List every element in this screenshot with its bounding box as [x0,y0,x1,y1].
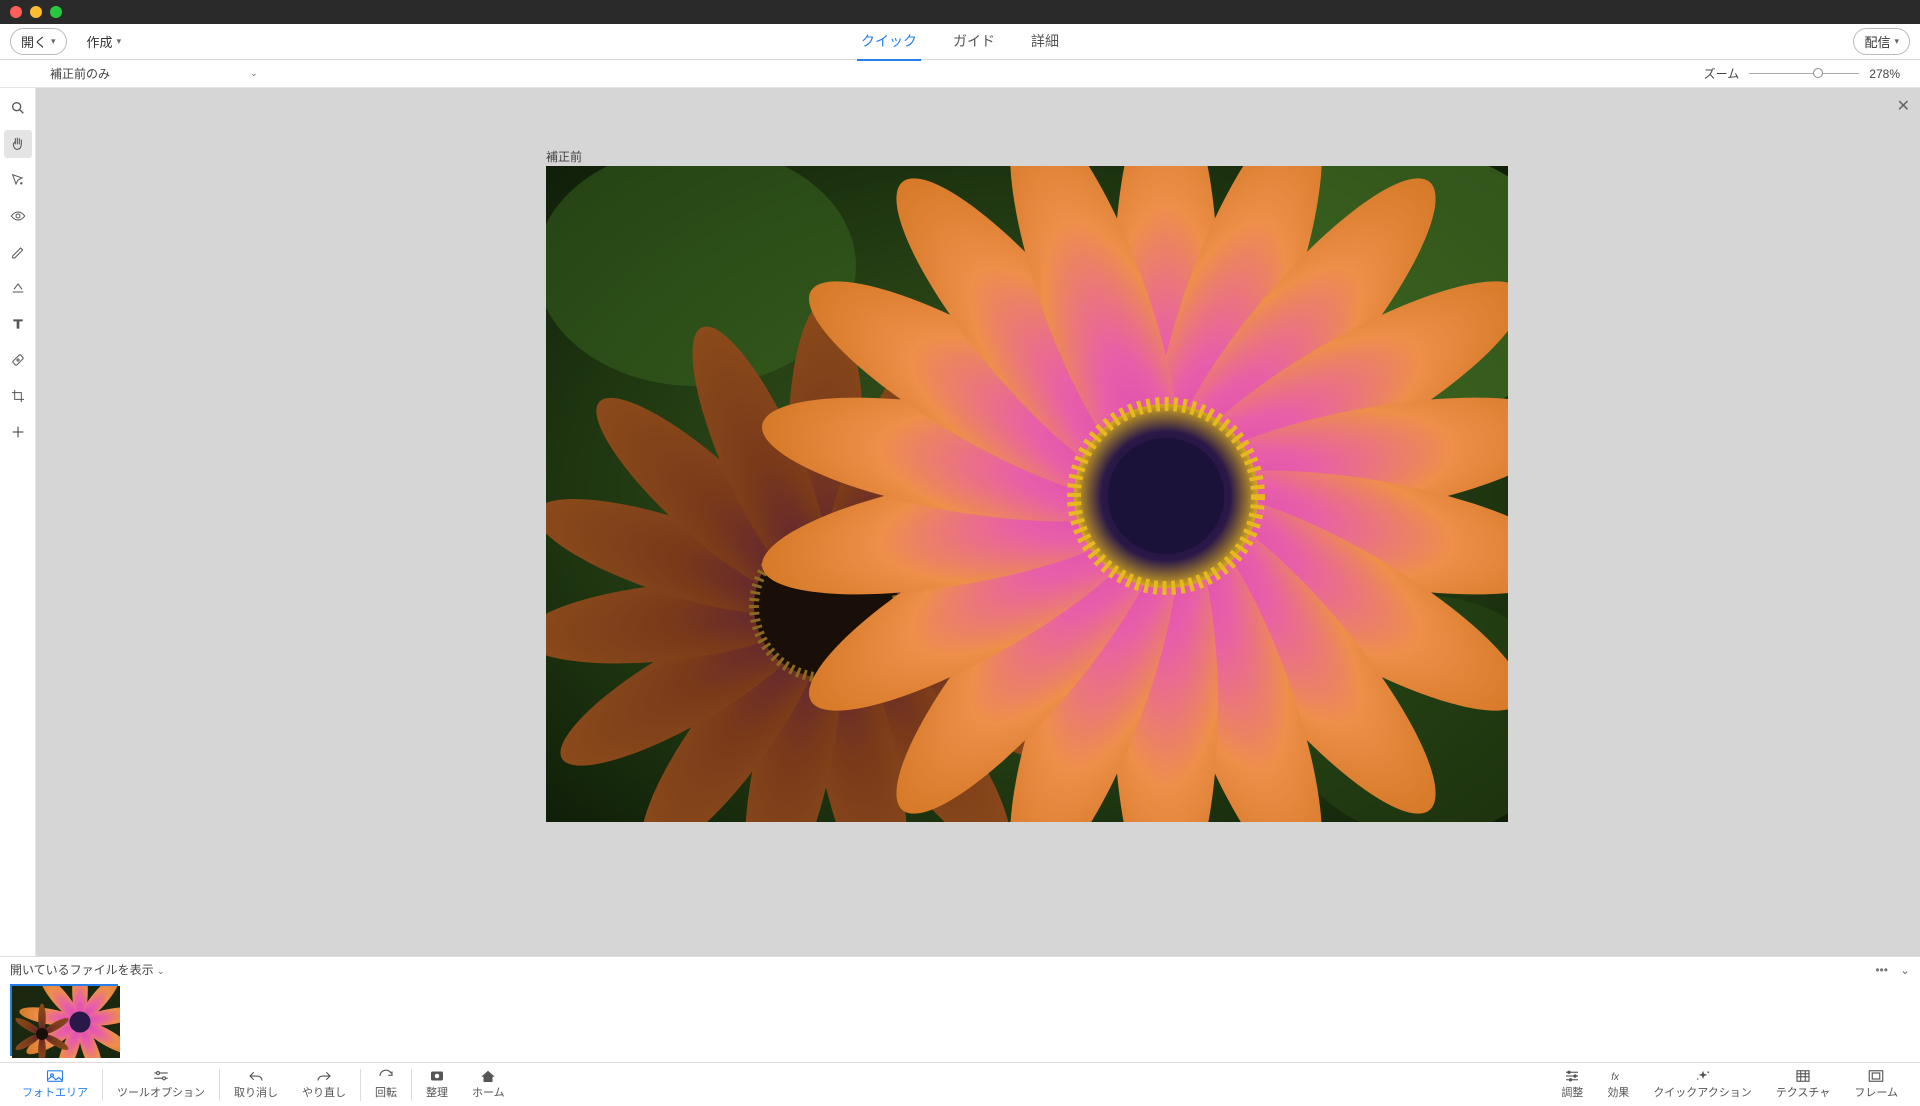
separator [360,1069,361,1101]
canvas-image[interactable] [546,166,1508,822]
home-icon [479,1069,497,1083]
bb-label: ホーム [472,1084,505,1100]
secondary-toolbar: 補正前のみ ⌄ ズーム 278% [0,60,1920,88]
top-toolbar: 開く ▾ 作成 ▾ クイック ガイド 詳細 配信 ▾ [0,24,1920,60]
effects-panel-button[interactable]: fx 効果 [1595,1067,1641,1102]
window-minimize-button[interactable] [30,6,42,18]
bottom-bar: フォトエリア ツールオプション 取り消し やり直し 回転 整理 ホーム 調整 [0,1062,1920,1106]
create-button-label: 作成 [87,32,113,51]
tool-palette [0,88,36,956]
quick-select-tool[interactable] [4,166,32,194]
photo-area-icon [46,1069,64,1083]
zoom-value: 278% [1869,67,1900,81]
whiten-tool[interactable] [4,238,32,266]
redo-icon [315,1069,333,1083]
separator [102,1069,103,1101]
more-icon[interactable]: ••• [1875,963,1888,977]
frame-icon [1867,1069,1885,1083]
tab-expert[interactable]: 詳細 [1027,23,1063,61]
tool-options-button[interactable]: ツールオプション [105,1067,217,1102]
photo-bin: 開いているファイルを表示 ⌄ ••• ⌄ [0,956,1920,1062]
photo-thumbnail[interactable] [10,984,118,1056]
zoom-label: ズーム [1704,65,1740,82]
redeye-tool[interactable] [4,202,32,230]
bb-label: フォトエリア [22,1084,88,1100]
rotate-icon [377,1069,395,1083]
undo-icon [247,1069,265,1083]
mode-tabs: クイック ガイド 詳細 [857,23,1063,61]
straighten-tool[interactable] [4,274,32,302]
tab-label: 詳細 [1031,33,1059,49]
adjust-panel-button[interactable]: 調整 [1549,1067,1595,1102]
redo-button[interactable]: やり直し [290,1067,358,1102]
sparkle-icon [1694,1069,1712,1083]
window-titlebar [0,0,1920,24]
home-button[interactable]: ホーム [460,1067,517,1102]
tab-label: クイック [861,33,917,49]
zoom-control: ズーム 278% [1704,65,1900,82]
separator [411,1069,412,1101]
frame-panel-button[interactable]: フレーム [1842,1067,1910,1102]
flower-photo [546,166,1508,822]
bb-label: テクスチャ [1776,1084,1831,1100]
organize-icon [428,1069,446,1083]
undo-button[interactable]: 取り消し [222,1067,290,1102]
open-button[interactable]: 開く ▾ [10,28,67,55]
close-icon[interactable]: ✕ [1897,96,1910,116]
move-tool[interactable] [4,418,32,446]
svg-text:fx: fx [1612,1072,1621,1083]
photo-bin-header: 開いているファイルを表示 ⌄ ••• ⌄ [10,961,1910,978]
rotate-button[interactable]: 回転 [363,1067,409,1102]
view-mode-dropdown[interactable]: 補正前のみ ⌄ [50,65,258,82]
crop-tool[interactable] [4,382,32,410]
photo-bin-label: 開いているファイルを表示 [10,963,154,977]
bb-label: 回転 [375,1084,397,1100]
bb-label: ツールオプション [117,1084,205,1100]
texture-icon [1794,1069,1812,1083]
main-area: ✕ 補正前 [0,88,1920,956]
chevron-down-icon: ▾ [51,36,56,47]
bb-label: 調整 [1561,1084,1583,1100]
canvas-area: ✕ 補正前 [36,88,1920,956]
open-button-label: 開く [21,32,47,51]
chevron-down-icon: ▾ [1894,36,1899,47]
texture-panel-button[interactable]: テクスチャ [1764,1067,1843,1102]
tab-quick[interactable]: クイック [857,23,921,61]
tab-guided[interactable]: ガイド [949,23,999,61]
chevron-down-icon: ▾ [117,36,122,47]
zoom-slider[interactable] [1749,73,1859,74]
bb-label: クイックアクション [1653,1084,1751,1100]
bb-label: 取り消し [234,1084,278,1100]
bb-label: やり直し [302,1084,346,1100]
sliders-icon [152,1069,170,1083]
fx-icon: fx [1609,1069,1627,1083]
photo-area-button[interactable]: フォトエリア [10,1067,100,1102]
bb-label: 整理 [426,1084,448,1100]
tab-label: ガイド [953,33,995,49]
type-tool[interactable] [4,310,32,338]
quick-action-button[interactable]: クイックアクション [1641,1067,1763,1102]
canvas-state-label: 補正前 [546,148,582,165]
share-button-label: 配信 [1864,32,1890,51]
zoom-slider-thumb[interactable] [1813,68,1823,78]
hand-tool[interactable] [4,130,32,158]
adjust-icon [1563,1069,1581,1083]
window-close-button[interactable] [10,6,22,18]
create-button[interactable]: 作成 ▾ [77,29,132,54]
organize-button[interactable]: 整理 [414,1067,460,1102]
chevron-down-icon: ⌄ [157,966,165,976]
zoom-tool[interactable] [4,94,32,122]
bb-label: 効果 [1607,1084,1629,1100]
separator [219,1069,220,1101]
spot-heal-tool[interactable] [4,346,32,374]
chevron-down-icon: ⌄ [250,68,258,79]
photo-bin-dropdown[interactable]: 開いているファイルを表示 ⌄ [10,961,165,978]
bb-label: フレーム [1854,1084,1898,1100]
chevron-down-icon[interactable]: ⌄ [1900,963,1910,977]
photo-bin-thumbnails [10,978,1910,1056]
view-mode-label: 補正前のみ [50,65,110,82]
window-maximize-button[interactable] [50,6,62,18]
share-button[interactable]: 配信 ▾ [1853,28,1910,55]
